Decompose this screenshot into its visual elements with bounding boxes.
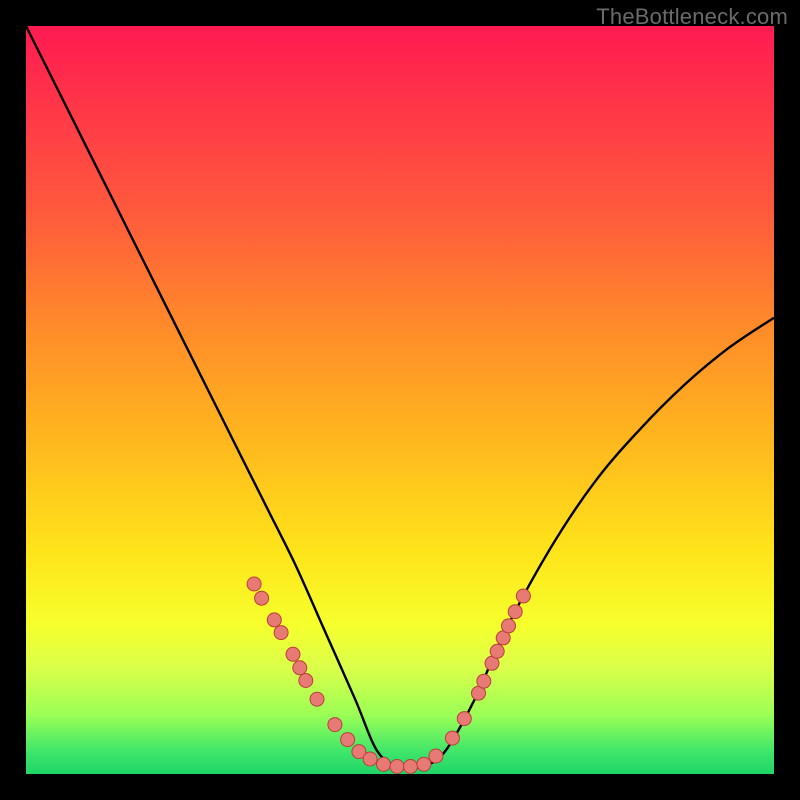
data-marker [255, 591, 269, 605]
data-marker [274, 626, 288, 640]
data-marker [286, 647, 300, 661]
data-marker [457, 712, 471, 726]
data-marker [293, 661, 307, 675]
data-marker [328, 718, 342, 732]
bottleneck-curve [26, 26, 774, 768]
data-marker [490, 644, 504, 658]
data-marker [267, 613, 281, 627]
data-marker [508, 605, 522, 619]
data-marker [390, 760, 404, 774]
data-marker [404, 760, 418, 774]
data-marker [341, 733, 355, 747]
data-marker [445, 731, 459, 745]
data-marker [377, 757, 391, 771]
data-marker [299, 674, 313, 688]
watermark-text: TheBottleneck.com [596, 4, 788, 30]
data-marker [429, 749, 443, 763]
chart-frame [26, 26, 774, 774]
data-marker [247, 577, 261, 591]
marker-layer [247, 577, 530, 774]
data-marker [310, 692, 324, 706]
data-marker [516, 589, 530, 603]
chart-svg [26, 26, 774, 774]
data-marker [363, 752, 377, 766]
data-marker [417, 757, 431, 771]
data-marker [502, 619, 516, 633]
data-marker [477, 674, 491, 688]
